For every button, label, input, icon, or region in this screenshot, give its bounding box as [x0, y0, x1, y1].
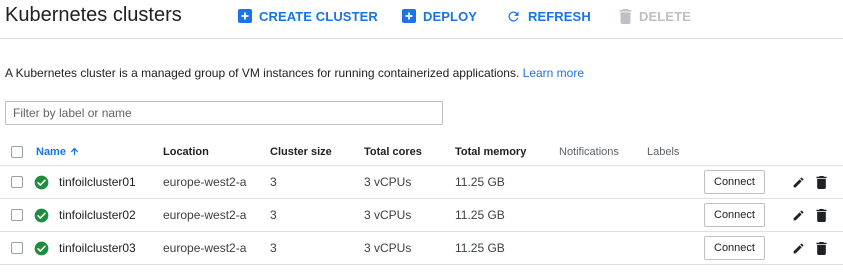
- cluster-cores: 3 vCPUs: [364, 241, 412, 255]
- status-cell: [34, 232, 49, 264]
- connect-button[interactable]: Connect: [704, 236, 765, 260]
- connect-button[interactable]: Connect: [704, 170, 765, 194]
- trash-icon: [619, 8, 632, 24]
- column-header-labels: Labels: [647, 145, 680, 158]
- add-box-icon: [238, 9, 252, 23]
- trash-icon: [816, 241, 827, 255]
- check-circle-icon: [34, 208, 49, 222]
- arrow-up-icon: [70, 147, 79, 156]
- column-name-label: Name: [36, 145, 66, 158]
- table-header-row: Name Location Cluster size Total cores T…: [0, 138, 843, 166]
- connect-button[interactable]: Connect: [704, 203, 765, 227]
- row-checkbox[interactable]: [11, 209, 23, 221]
- refresh-label: REFRESH: [528, 8, 591, 24]
- deploy-label: DEPLOY: [423, 8, 478, 24]
- cluster-memory: 11.25 GB: [455, 241, 505, 255]
- trash-icon: [816, 175, 827, 189]
- select-all-checkbox[interactable]: [11, 145, 23, 158]
- cluster-name-link[interactable]: tinfoilcluster03: [59, 232, 136, 264]
- description-text: A Kubernetes cluster is a managed group …: [5, 66, 520, 80]
- status-cell: [34, 199, 49, 231]
- edit-button[interactable]: [792, 232, 805, 264]
- cluster-cores: 3 vCPUs: [364, 208, 412, 222]
- check-circle-icon: [34, 175, 49, 189]
- create-cluster-label: CREATE CLUSTER: [259, 8, 378, 24]
- trash-icon: [816, 208, 827, 222]
- check-circle-icon: [34, 241, 49, 255]
- table-row: tinfoilcluster02 europe-west2-a 3 3 vCPU…: [0, 199, 843, 232]
- column-header-location[interactable]: Location: [163, 138, 209, 165]
- create-cluster-button[interactable]: CREATE CLUSTER: [238, 8, 378, 24]
- column-header-cores[interactable]: Total cores: [364, 138, 422, 165]
- page-title: Kubernetes clusters: [5, 4, 182, 26]
- column-header-notifications: Notifications: [559, 145, 619, 158]
- row-select-cell: [11, 199, 23, 231]
- cluster-name-link[interactable]: tinfoilcluster01: [59, 166, 136, 198]
- delete-label: DELETE: [639, 8, 691, 24]
- column-header-memory[interactable]: Total memory: [455, 138, 526, 165]
- page-description: A Kubernetes cluster is a managed group …: [5, 66, 584, 80]
- row-checkbox[interactable]: [11, 176, 23, 188]
- cluster-location: europe-west2-a: [163, 175, 247, 189]
- row-delete-button[interactable]: [816, 232, 827, 264]
- refresh-icon: [508, 11, 519, 21]
- cluster-size: 3: [270, 175, 277, 189]
- column-header-name[interactable]: Name: [36, 138, 79, 165]
- filter-input[interactable]: [5, 101, 443, 125]
- refresh-button[interactable]: REFRESH: [506, 8, 591, 24]
- add-box-icon: [402, 9, 416, 23]
- cluster-memory: 11.25 GB: [455, 175, 505, 189]
- row-delete-button[interactable]: [816, 199, 827, 231]
- cluster-cores: 3 vCPUs: [364, 175, 412, 189]
- pencil-icon: [793, 177, 804, 187]
- pencil-icon: [793, 243, 804, 253]
- pencil-icon: [793, 210, 804, 220]
- column-header-size[interactable]: Cluster size: [270, 138, 332, 165]
- page-header: Kubernetes clusters CREATE CLUSTER DEPLO…: [0, 0, 843, 39]
- cluster-location: europe-west2-a: [163, 241, 247, 255]
- table-row: tinfoilcluster01 europe-west2-a 3 3 vCPU…: [0, 166, 843, 199]
- connect-cell: Connect: [704, 232, 765, 264]
- row-delete-button[interactable]: [816, 166, 827, 198]
- row-select-cell: [11, 166, 23, 198]
- cluster-name-link[interactable]: tinfoilcluster02: [59, 199, 136, 231]
- edit-button[interactable]: [792, 166, 805, 198]
- learn-more-link[interactable]: Learn more: [523, 66, 584, 80]
- row-checkbox[interactable]: [11, 242, 23, 254]
- table-row: tinfoilcluster03 europe-west2-a 3 3 vCPU…: [0, 232, 843, 265]
- connect-cell: Connect: [704, 166, 765, 198]
- select-all-cell: [11, 138, 23, 165]
- clusters-table: Name Location Cluster size Total cores T…: [0, 138, 843, 265]
- cluster-memory: 11.25 GB: [455, 208, 505, 222]
- cluster-size: 3: [270, 208, 277, 222]
- connect-cell: Connect: [704, 199, 765, 231]
- edit-button[interactable]: [792, 199, 805, 231]
- row-select-cell: [11, 232, 23, 264]
- delete-button[interactable]: DELETE: [619, 8, 691, 24]
- deploy-button[interactable]: DEPLOY: [402, 8, 477, 24]
- status-cell: [34, 166, 49, 198]
- cluster-size: 3: [270, 241, 277, 255]
- cluster-location: europe-west2-a: [163, 208, 247, 222]
